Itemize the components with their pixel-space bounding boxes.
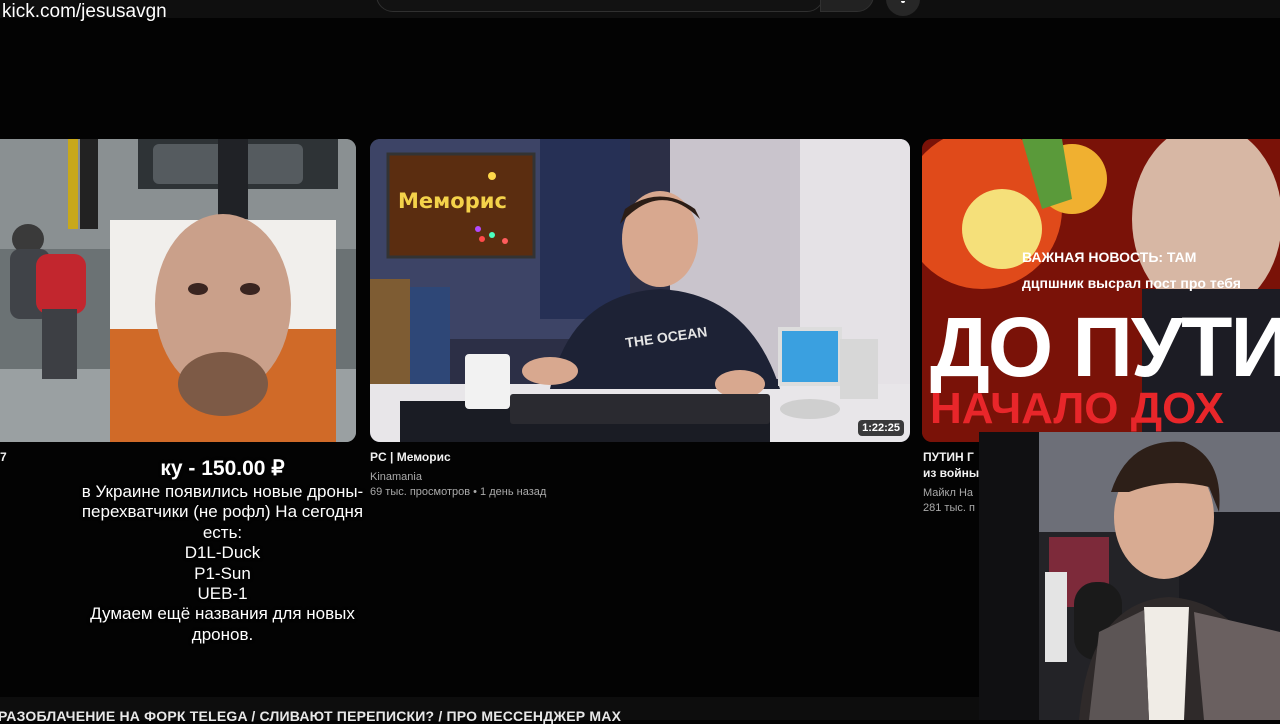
thumbnail-caption-1: ВАЖНАЯ НОВОСТЬ: ТАМ — [1022, 249, 1197, 265]
video-thumbnail[interactable] — [0, 139, 356, 442]
video-title-line2[interactable]: из войны — [923, 465, 979, 481]
donation-message: в Украине появились новые дроны- перехва… — [81, 482, 364, 644]
video-views: 69 тыс. просмотров • 1 день назад — [370, 486, 547, 498]
thumbnail-headline-red: НАЧАЛО ДОХ — [930, 384, 1224, 433]
webcam-image — [979, 432, 1280, 720]
stream-url-overlay: kick.com/jesusavgn — [2, 1, 167, 22]
thumbnail-headline: ДО ПУТИ — [930, 300, 1280, 394]
duration-badge: 1:22:25 — [858, 420, 904, 436]
thumbnail-image — [0, 139, 356, 442]
webcam-overlay — [979, 432, 1280, 720]
video-views: 281 тыс. п — [923, 502, 975, 514]
donation-alert: ку - 150.00 ₽ в Украине появились новые … — [55, 456, 390, 645]
donation-amount: ку - 150.00 ₽ — [160, 457, 285, 480]
next-video-title[interactable]: РАЗОБЛАЧЕНИЕ НА ФОРК TELEGA / СЛИВАЮТ ПЕ… — [0, 708, 621, 724]
video-title[interactable]: ПУТИН Г — [923, 449, 974, 465]
video-title[interactable]: 7 — [0, 449, 7, 465]
video-thumbnail[interactable]: ВАЖНАЯ НОВОСТЬ: ТАМ дцпшник высрал пост … — [922, 139, 1280, 442]
video-thumbnail[interactable]: Меморис THE OCEAN 1:22:25 — [370, 139, 910, 442]
thumbnail-image — [370, 139, 910, 442]
thumbnail-badge-text: Меморис — [398, 189, 507, 213]
microphone-icon — [901, 1, 905, 3]
search-input[interactable] — [376, 0, 824, 12]
thumbnail-caption-2: дцпшник высрал пост про тебя — [1022, 275, 1241, 291]
